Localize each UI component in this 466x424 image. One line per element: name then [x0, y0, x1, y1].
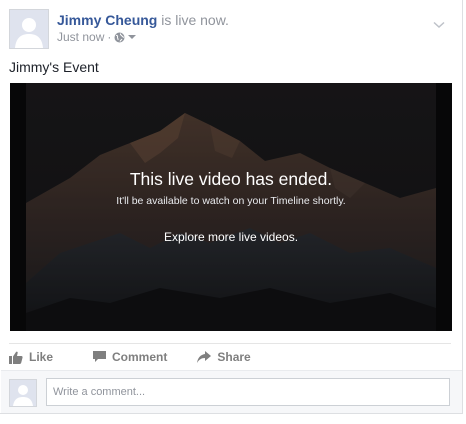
author-avatar[interactable]	[9, 9, 49, 49]
comment-label: Comment	[112, 350, 168, 364]
post-card: Jimmy Cheung is live now. Just now · Jim…	[0, 0, 463, 414]
comment-composer: Write a comment...	[1, 370, 462, 413]
like-label: Like	[29, 350, 54, 364]
video-ended-subtitle: It'll be available to watch on your Time…	[116, 195, 346, 207]
video-ended-title: This live video has ended.	[129, 169, 333, 189]
explore-live-videos-link[interactable]: Explore more live videos.	[10, 230, 452, 244]
live-video-player[interactable]: This live video has ended. It'll be avai…	[10, 83, 452, 331]
post-timestamp[interactable]: Just now	[57, 30, 104, 44]
like-button[interactable]: Like	[9, 350, 53, 364]
thumbs-up-icon	[9, 351, 23, 364]
live-status-text: is live now.	[161, 12, 229, 28]
default-avatar-icon	[10, 10, 48, 48]
share-button[interactable]: Share	[197, 350, 251, 364]
comment-input[interactable]: Write a comment...	[46, 378, 450, 406]
comment-bubble-icon	[93, 351, 107, 363]
globe-icon	[114, 32, 125, 43]
comment-button[interactable]: Comment	[93, 350, 167, 364]
share-arrow-icon	[197, 351, 212, 363]
meta-separator: ·	[107, 30, 112, 44]
chevron-down-icon[interactable]	[431, 19, 447, 31]
author-line: Jimmy Cheung is live now.	[57, 12, 229, 28]
mountain-background	[10, 83, 452, 331]
post-text: Jimmy's Event	[9, 59, 99, 75]
post-meta: Just now ·	[57, 30, 137, 44]
share-label: Share	[217, 350, 251, 364]
viewer-avatar	[9, 379, 37, 407]
author-name-link[interactable]: Jimmy Cheung	[57, 12, 157, 28]
default-avatar-icon	[10, 380, 36, 406]
post-actions: Like Comment Share	[9, 346, 451, 368]
caret-down-icon[interactable]	[128, 34, 137, 40]
post-header: Jimmy Cheung is live now. Just now ·	[9, 9, 457, 49]
actions-divider	[9, 343, 451, 344]
